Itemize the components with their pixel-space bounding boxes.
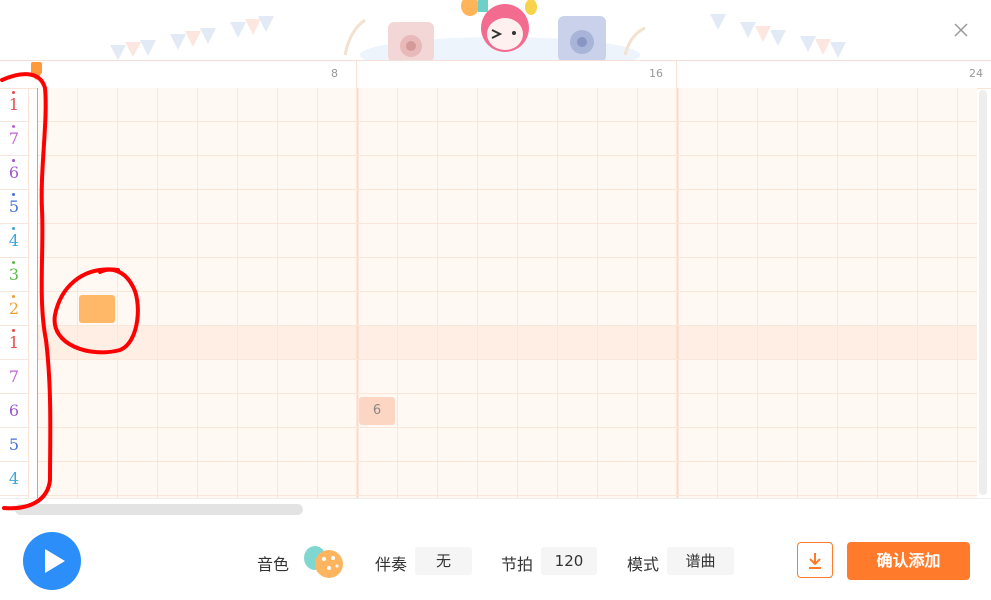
note-label: 7 — [0, 122, 28, 156]
note-label: 4 — [0, 224, 28, 258]
octave-dot — [12, 125, 15, 128]
note-label: 5 — [0, 190, 28, 224]
ruler-tick: 24 — [969, 67, 983, 80]
placed-note[interactable] — [79, 295, 115, 323]
tempo-label: 节拍 — [501, 555, 534, 574]
confirm-add-button[interactable]: 确认添加 — [847, 542, 970, 580]
note-cells[interactable]: 6 — [37, 88, 977, 498]
play-icon — [45, 549, 65, 573]
octave-dot — [12, 295, 15, 298]
key-column-divider — [28, 88, 29, 498]
note-label: 1 — [0, 326, 28, 360]
mode-label: 模式 — [627, 555, 660, 574]
placed-note[interactable]: 6 — [359, 397, 395, 425]
note-label: 3 — [0, 258, 28, 292]
highlight-row — [37, 326, 977, 360]
ruler-bar-line — [676, 61, 677, 88]
accompaniment-label: 伴奏 — [375, 555, 408, 574]
octave-dot — [12, 91, 15, 94]
banner-illustration — [110, 0, 846, 60]
accompaniment-select[interactable]: 无 — [415, 547, 472, 575]
timbre-selector[interactable] — [302, 544, 346, 580]
octave-dot — [12, 227, 15, 230]
timbre-label: 音色 — [257, 555, 290, 574]
label-divider — [0, 495, 28, 496]
octave-dot — [12, 159, 15, 162]
note-grid: 176543217654 6 — [0, 88, 991, 498]
playhead-handle[interactable] — [31, 62, 42, 80]
note-label: 6 — [8, 401, 20, 420]
close-button[interactable] — [951, 20, 971, 40]
playhead-line — [37, 88, 38, 498]
download-icon — [809, 553, 821, 569]
note-label: 7 — [8, 367, 20, 386]
horizontal-scroll-thumb[interactable] — [15, 504, 303, 515]
octave-dot — [12, 329, 15, 332]
note-label: 4 — [8, 469, 20, 488]
tempo-select[interactable]: 120 — [541, 547, 597, 575]
note-label: 5 — [8, 435, 20, 454]
note-label: 6 — [0, 156, 28, 190]
ruler-bar-line — [356, 61, 357, 88]
play-button[interactable] — [23, 532, 81, 590]
balloon-icon — [304, 546, 343, 578]
bottom-toolbar: 音色 伴奏 无 节拍 120 模式 谱曲 确认添加 — [0, 520, 991, 600]
octave-dot — [12, 193, 15, 196]
note-label: 2 — [0, 292, 28, 326]
horizontal-scrollbar[interactable] — [0, 498, 991, 521]
ruler-tick: 16 — [649, 67, 663, 80]
beat-ruler[interactable]: 8 16 24 — [0, 60, 991, 89]
ruler-tick: 8 — [331, 67, 338, 80]
mode-select[interactable]: 谱曲 — [667, 547, 734, 575]
vertical-scrollbar[interactable] — [979, 90, 987, 495]
close-icon — [954, 23, 968, 37]
octave-dot — [12, 261, 15, 264]
banner — [0, 0, 991, 60]
download-button[interactable] — [797, 542, 833, 578]
note-label: 1 — [0, 88, 28, 122]
grid-lines — [37, 88, 977, 498]
